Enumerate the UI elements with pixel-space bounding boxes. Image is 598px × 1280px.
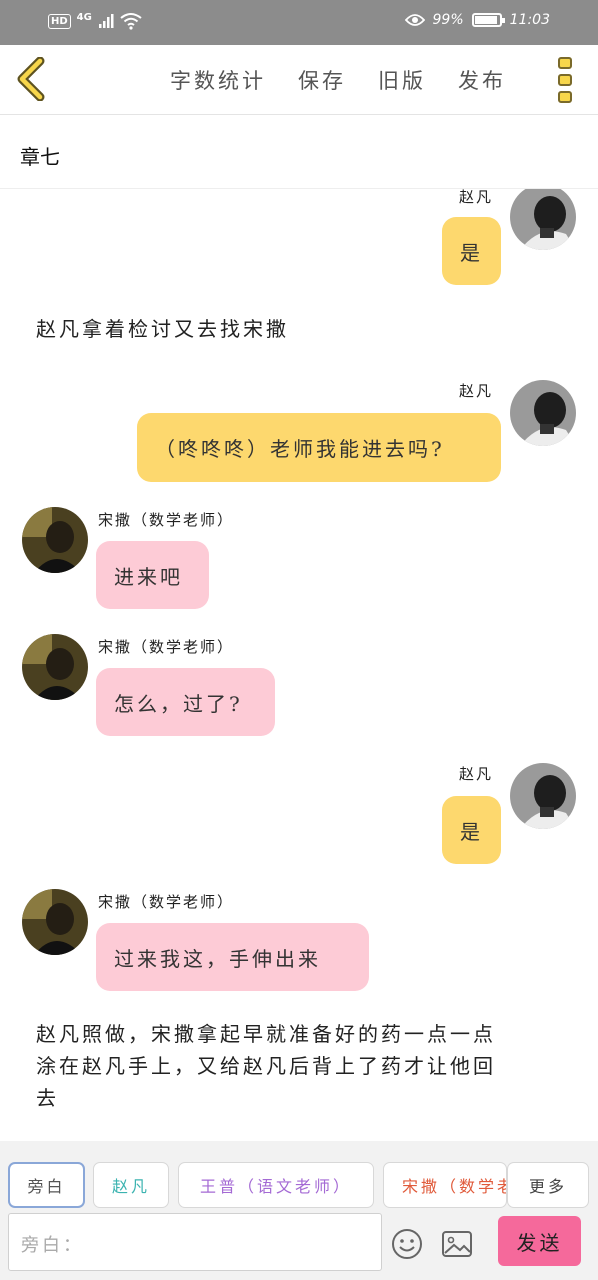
image-icon (442, 1231, 472, 1257)
publish-button[interactable]: 发布 (458, 65, 506, 95)
message-bubble: 是 (442, 796, 501, 864)
old-version-button[interactable]: 旧版 (378, 65, 426, 95)
back-button[interactable] (14, 56, 50, 102)
status-bar: HD 4G 99% 11:03 (0, 0, 598, 45)
narration-text: 赵凡拿着检讨又去找宋撒 (36, 317, 289, 341)
send-button[interactable]: 发送 (498, 1216, 581, 1266)
battery-percent: 99% (432, 12, 464, 28)
sender-name: 宋撒（数学老师） (98, 638, 235, 656)
word-count-button[interactable]: 字数统计 (170, 65, 266, 95)
narration-line: 赵凡照做，宋撒拿起早就准备好的药一点一点 (36, 1022, 496, 1046)
emoji-button[interactable] (391, 1228, 423, 1260)
message-input[interactable]: 旁白： (8, 1213, 382, 1271)
save-button[interactable]: 保存 (298, 65, 346, 95)
role-label: 宋撒（数学老师） (402, 1177, 506, 1196)
clock: 11:03 (509, 12, 550, 28)
signal-icon (98, 14, 114, 28)
hd-icon: HD (48, 13, 71, 29)
avatar[interactable] (510, 380, 576, 446)
chat-area[interactable]: 赵凡 是 赵凡拿着检讨又去找宋撒 赵凡 （咚咚咚）老师我能进去吗? 宋撒（数学老… (0, 189, 598, 1141)
sender-name: 赵凡 (459, 765, 494, 783)
role-selector: 旁白 赵凡 王普（语文老师） 宋撒（数学老师） 更多 (0, 1141, 598, 1213)
menu-dot (558, 74, 572, 86)
top-toolbar: 字数统计 保存 旧版 发布 (0, 45, 598, 115)
role-label: 旁白 (27, 1177, 66, 1196)
message-bubble: 是 (442, 217, 501, 285)
chapter-title: 章七 (20, 145, 60, 169)
chapter-header[interactable]: 章七 (0, 115, 598, 189)
sender-name: 赵凡 (459, 382, 494, 400)
avatar[interactable] (22, 507, 88, 573)
role-label: 赵凡 (111, 1177, 150, 1196)
avatar[interactable] (22, 889, 88, 955)
role-tab-zhaofan[interactable]: 赵凡 (93, 1162, 169, 1208)
network-label: 4G (76, 11, 92, 23)
role-tab-songsa[interactable]: 宋撒（数学老师） (383, 1162, 507, 1208)
battery-icon (471, 13, 505, 27)
avatar[interactable] (510, 763, 576, 829)
role-tab-more[interactable]: 更多 (507, 1162, 589, 1208)
menu-dot (558, 57, 572, 69)
wifi-icon (120, 13, 142, 30)
eye-icon (404, 14, 425, 26)
narration-line: 去 (36, 1086, 59, 1110)
more-menu-button[interactable] (558, 57, 576, 103)
input-bar: 旁白： 发送 (0, 1213, 598, 1280)
message-bubble: 进来吧 (96, 541, 209, 609)
role-label: 更多 (528, 1177, 567, 1196)
image-button[interactable] (441, 1229, 473, 1259)
avatar[interactable] (510, 189, 576, 250)
message-bubble: （咚咚咚）老师我能进去吗? (137, 413, 501, 482)
role-tab-wangpu[interactable]: 王普（语文老师） (178, 1162, 374, 1208)
emoji-icon (392, 1229, 422, 1259)
sender-name: 宋撒（数学老师） (98, 893, 235, 911)
message-bubble: 过来我这，手伸出来 (96, 923, 369, 991)
message-bubble: 怎么，过了? (96, 668, 275, 736)
sender-name: 宋撒（数学老师） (98, 511, 235, 529)
input-placeholder: 旁白： (21, 1235, 84, 1256)
menu-dot (558, 91, 572, 103)
sender-name: 赵凡 (459, 189, 494, 206)
narration-text: 赵凡照做，宋撒拿起早就准备好的药一点一点 涂在赵凡手上，又给赵凡后背上了药才让他… (36, 1018, 496, 1114)
role-tab-narrator[interactable]: 旁白 (8, 1162, 85, 1208)
back-arrow-icon (17, 56, 45, 102)
role-label: 王普（语文老师） (199, 1177, 352, 1196)
narration-line: 涂在赵凡手上，又给赵凡后背上了药才让他回 (36, 1054, 496, 1078)
avatar[interactable] (22, 634, 88, 700)
